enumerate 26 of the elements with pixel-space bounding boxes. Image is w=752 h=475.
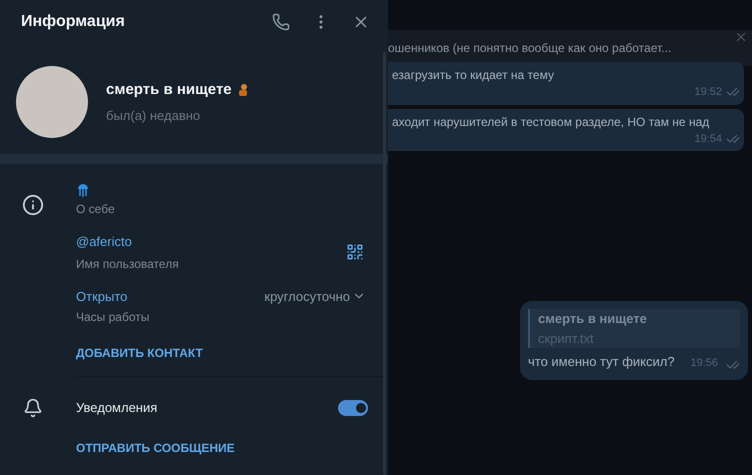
notifications-label: Уведомления (76, 399, 158, 418)
phone-icon[interactable] (272, 13, 290, 31)
bio-label: О себе (76, 201, 116, 218)
message-time: 19:54 (694, 132, 722, 146)
message-text: аходит нарушителей в тестовом разделе, НО там не над (392, 114, 710, 130)
message-time: 19:56 (690, 356, 718, 371)
send-message-link[interactable]: ОТПРАВИТЬ СООБЩЕНИЕ (76, 439, 388, 457)
hours-dropdown[interactable]: круглосуточно (264, 286, 366, 306)
username[interactable]: @afericto (76, 232, 346, 252)
reply-sender: смерть в нищете (538, 310, 648, 328)
username-label: Имя пользователя (76, 256, 180, 272)
hours-status: Открыто (76, 288, 128, 306)
qr-code-icon[interactable] (346, 243, 364, 262)
add-contact-link[interactable]: ДОБАВИТЬ КОНТАКТ (76, 344, 203, 362)
message-time: 19:52 (694, 85, 722, 100)
info-icon (22, 194, 44, 216)
jellyfish-icon (76, 182, 90, 198)
notifications-toggle[interactable] (338, 400, 368, 416)
bell-icon (23, 398, 43, 418)
profile-status: был(а) недавно (106, 106, 202, 125)
hours-label: Часы работы (76, 309, 150, 326)
message-text: что именно тут фиксил? (528, 353, 675, 371)
pinned-message-text: ошенников (не понятно вообще как оно работает... (388, 40, 672, 57)
message-text: езагрузить то кидает на тему (392, 67, 554, 84)
panel-title: Информация (21, 12, 126, 32)
profile-name: смерть в нищете (106, 80, 232, 100)
